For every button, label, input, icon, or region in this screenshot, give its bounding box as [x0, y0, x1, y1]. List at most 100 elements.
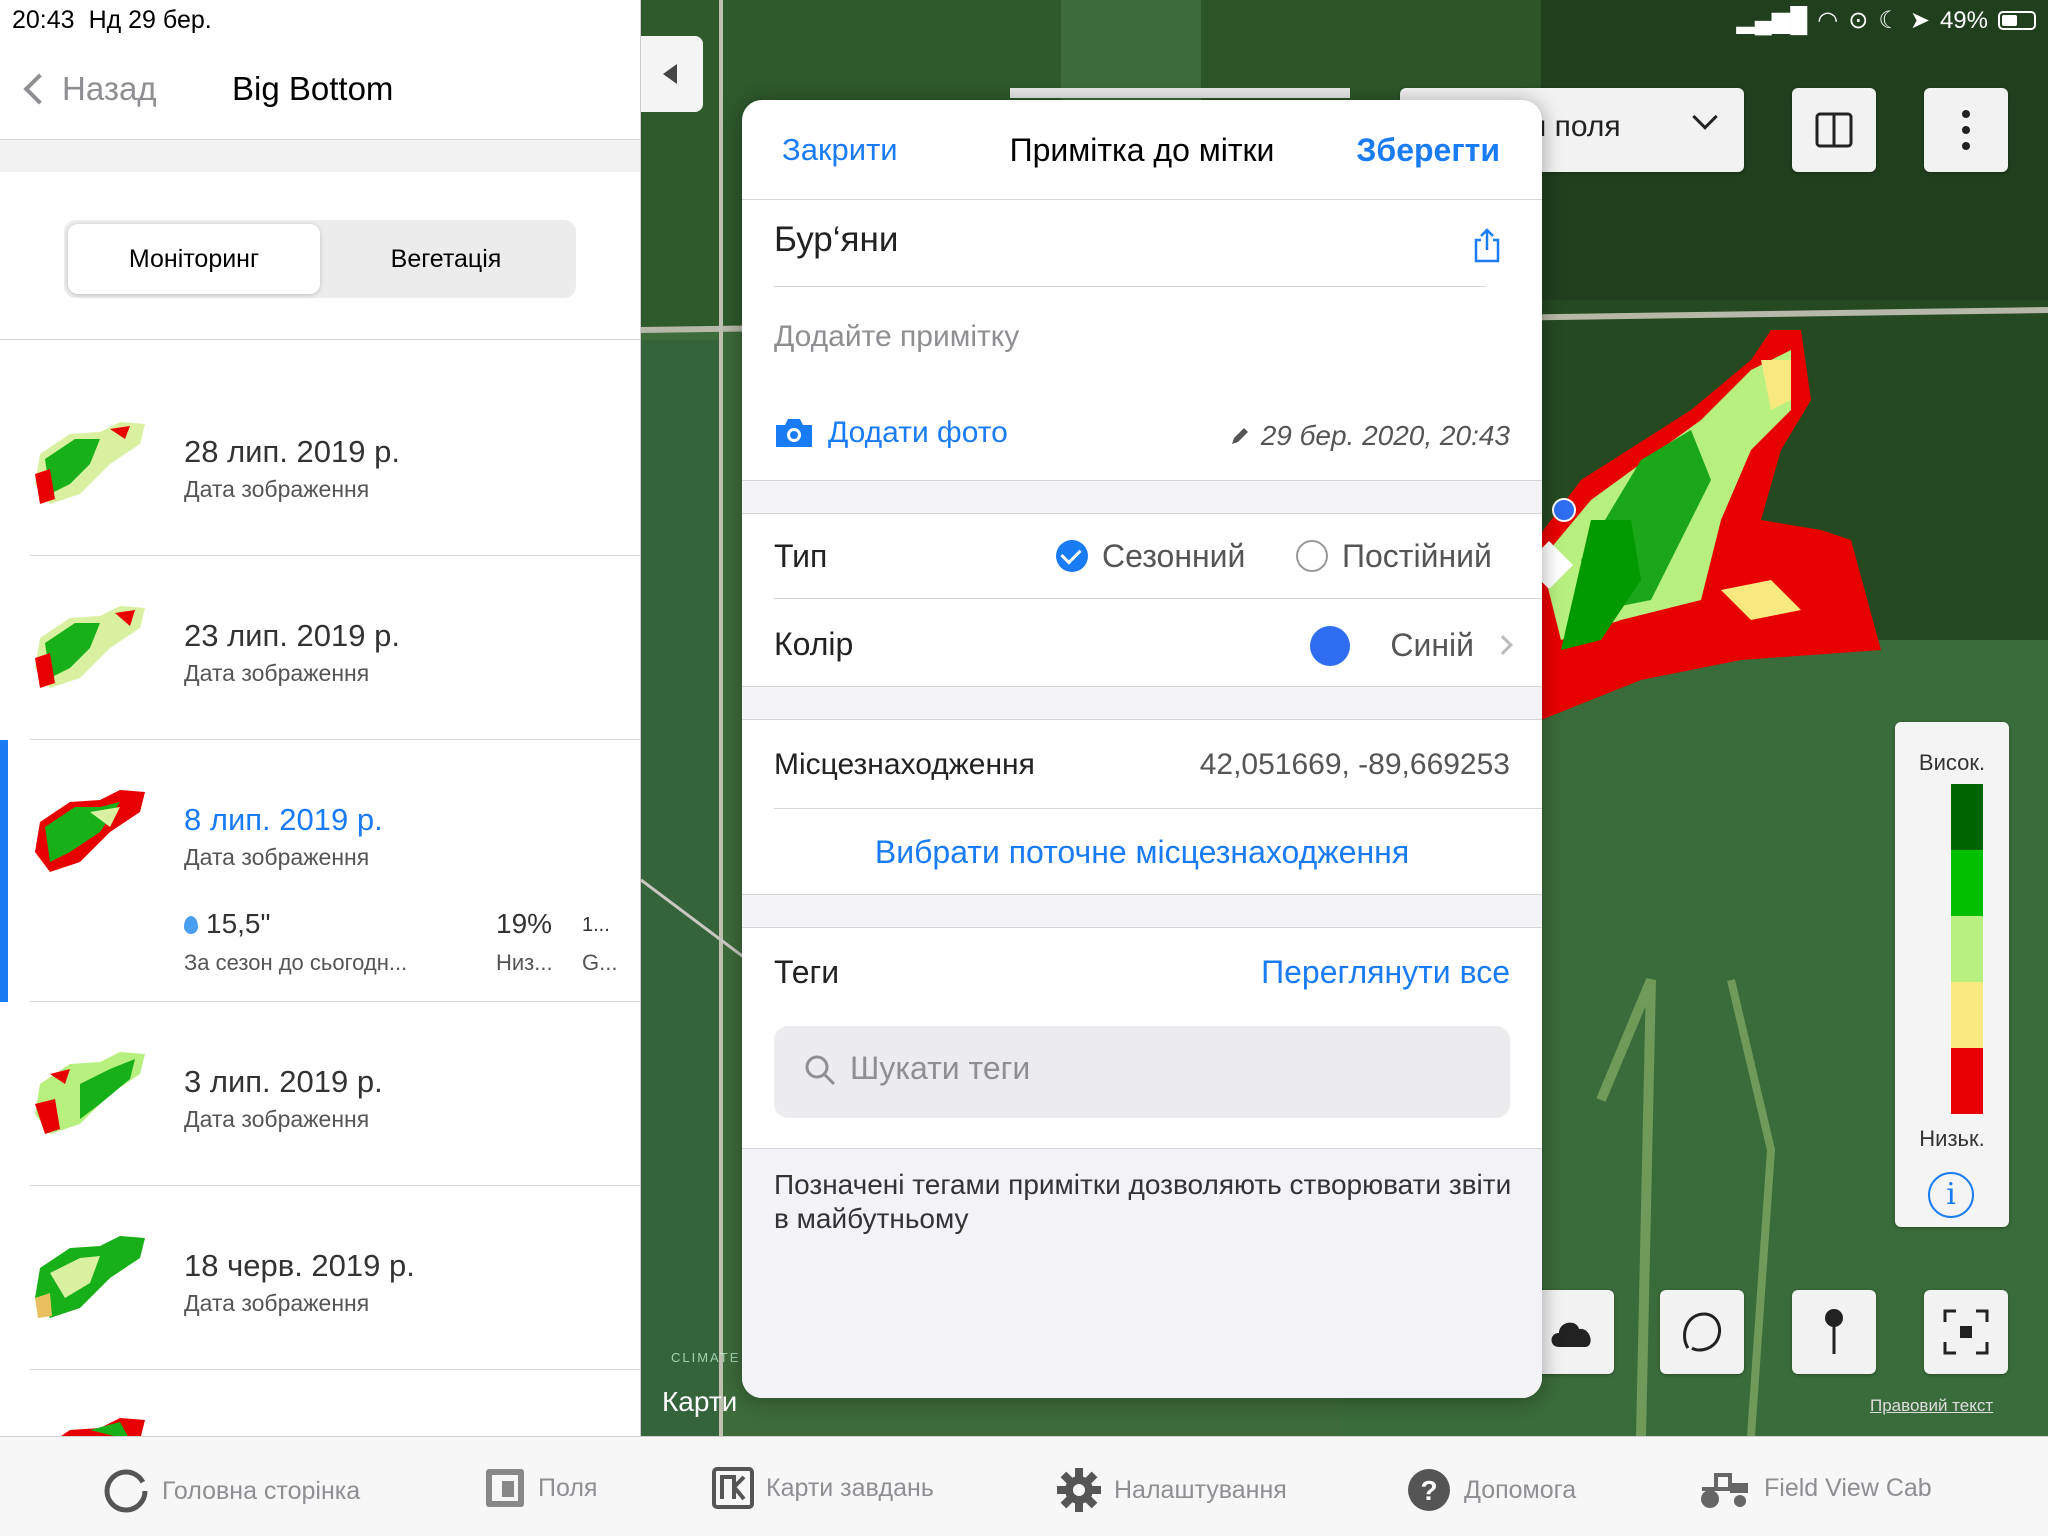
list-item-partial[interactable] [30, 1370, 640, 1436]
list-item[interactable]: 18 черв. 2019 р. Дата зображення [30, 1186, 640, 1370]
note-body-input[interactable]: Додайте примітку [774, 320, 1019, 354]
image-date-caption: Дата зображення [184, 660, 370, 686]
share-icon[interactable] [1472, 228, 1502, 264]
type-seasonal-option[interactable]: Сезонний [1056, 538, 1245, 575]
segmented-control: Моніторинг Вегетація [64, 220, 576, 298]
tag-search-field[interactable]: Шукати теги [774, 1026, 1510, 1118]
location-coordinates: 42,051669, -89,669253 [1199, 748, 1510, 781]
locate-field-button[interactable] [1924, 1290, 2008, 1374]
tab-fields[interactable]: Поля [484, 1467, 597, 1509]
list-item[interactable]: 3 лип. 2019 р. Дата зображення [30, 1002, 640, 1186]
field-thumbnail [35, 1236, 145, 1318]
image-date: 28 лип. 2019 р. [184, 434, 400, 469]
field-thumbnail [35, 606, 145, 688]
image-date: 8 лип. 2019 р. [184, 802, 383, 837]
add-photo-label: Додати фото [828, 416, 1008, 449]
lasso-icon [1683, 1312, 1721, 1352]
color-row[interactable]: Колір Синій [774, 626, 1513, 666]
divider [774, 286, 1486, 287]
type-permanent-option[interactable]: Постійний [1296, 538, 1492, 575]
pin-note-popover: Примітка до мітки Закрити Зберегти Бур‘я… [742, 100, 1542, 1398]
vegetation-legend: Висок. Низьк. i [1895, 722, 2009, 1227]
save-button[interactable]: Зберегти [1356, 132, 1500, 169]
battery-percent: 49% [1939, 6, 1988, 34]
split-view-button[interactable] [1792, 88, 1876, 172]
pencil-icon [1231, 428, 1248, 444]
image-date: 3 лип. 2019 р. [184, 1064, 383, 1099]
drop-pin-button[interactable] [1792, 1290, 1876, 1374]
field-layer-label: я поля [1530, 110, 1621, 143]
view-all-tags-link[interactable]: Переглянути все [1261, 954, 1510, 991]
focus-frame-icon [1943, 1309, 1989, 1355]
image-date-caption: Дата зображення [184, 1290, 370, 1316]
legend-swatch-4 [1951, 982, 1983, 1048]
tab-field-view-cab[interactable]: Field View Cab [1696, 1467, 1932, 1509]
legal-link[interactable]: Правовий текст [1870, 1396, 1993, 1416]
rotation-lock-icon: ⊙ [1848, 7, 1869, 34]
search-icon [805, 1055, 836, 1086]
last-edited-date: 29 бер. 2020, 20:43 [1260, 420, 1510, 451]
status-date: Нд 29 бер. [88, 6, 212, 34]
stat-third-label: G... [582, 950, 618, 975]
navigation-bar: Назад Big Bottom [0, 44, 640, 140]
add-photo-button[interactable]: Додати фото [774, 416, 1008, 450]
color-label: Колір [774, 626, 854, 662]
battery-icon [1998, 11, 2036, 30]
status-bar-left: 20:43 Нд 29 бер. [12, 6, 212, 35]
task-map-icon [712, 1467, 754, 1509]
pin-icon [1825, 1309, 1843, 1354]
svg-text:?: ? [1420, 1475, 1437, 1506]
tab-home[interactable]: Головна сторінка [102, 1467, 360, 1515]
wifi-icon: ◠ [1817, 7, 1839, 34]
tag-search-placeholder: Шукати теги [850, 1050, 1031, 1086]
info-icon[interactable]: i [1928, 1172, 1974, 1218]
close-button[interactable]: Закрити [782, 132, 898, 168]
section-gap [742, 686, 1542, 720]
weather-button[interactable] [1530, 1290, 1614, 1374]
split-view-icon [1815, 112, 1853, 148]
last-edited: 29 бер. 2020, 20:43 [1229, 420, 1510, 452]
legend-swatch-1 [1951, 784, 1983, 850]
apple-maps-attribution: Карти [662, 1386, 738, 1417]
cloud-icon [1551, 1322, 1591, 1347]
tags-footnote: Позначені тегами примітки дозволяють ств… [774, 1169, 1512, 1234]
legend-high-label: Висок. [1918, 750, 1986, 775]
status-time: 20:43 [12, 6, 75, 34]
legend-swatch-5 [1951, 1048, 1983, 1114]
note-title-input[interactable]: Бур‘яни [774, 220, 898, 260]
section-gap [742, 480, 1542, 514]
image-date: 18 черв. 2019 р. [184, 1248, 415, 1283]
moon-icon: ☾ [1878, 7, 1900, 34]
gear-icon [1057, 1468, 1101, 1512]
location-arrow-icon: ➤ [1909, 7, 1930, 34]
select-current-location-button[interactable]: Вибрати поточне місцезнаходження [774, 834, 1510, 871]
tags-label: Теги [774, 954, 840, 990]
list-item[interactable]: 23 лип. 2019 р. Дата зображення [30, 556, 640, 740]
color-swatch [1310, 626, 1351, 666]
list-item-selected[interactable]: 8 лип. 2019 р. Дата зображення 15,5" За … [0, 740, 640, 1002]
segment-vegetation[interactable]: Вегетація [320, 224, 572, 294]
more-options-button[interactable] [1924, 88, 2008, 172]
tab-help[interactable]: ? Допомога [1406, 1467, 1576, 1513]
chevron-right-icon [1493, 635, 1513, 655]
collapse-panel-button[interactable] [641, 36, 703, 112]
draw-boundary-button[interactable] [1660, 1290, 1744, 1374]
stat-low-percent: 19% [496, 908, 553, 939]
section-gap [742, 894, 1542, 928]
segment-monitoring[interactable]: Моніторинг [68, 224, 320, 294]
tab-task-maps[interactable]: Карти завдань [712, 1467, 934, 1509]
color-value: Синій [1310, 626, 1513, 666]
list-item[interactable]: 28 лип. 2019 р. Дата зображення [30, 372, 640, 556]
checkmark-icon [1056, 540, 1088, 572]
back-button[interactable]: Назад [23, 70, 157, 108]
stat-rainfall-label: За сезон до сьогодн... [184, 950, 408, 975]
radio-empty-icon [1296, 540, 1328, 572]
home-ring-icon [104, 1469, 148, 1513]
tags-row: Теги Переглянути все [774, 954, 1510, 991]
type-label: Тип [774, 538, 828, 574]
field-thumbnail [35, 790, 145, 872]
left-panel: Назад Big Bottom Моніторинг Вегетація 28… [0, 0, 641, 1436]
divider [774, 808, 1542, 809]
tab-settings[interactable]: Налаштування [1056, 1467, 1287, 1513]
fields-icon [486, 1469, 524, 1507]
